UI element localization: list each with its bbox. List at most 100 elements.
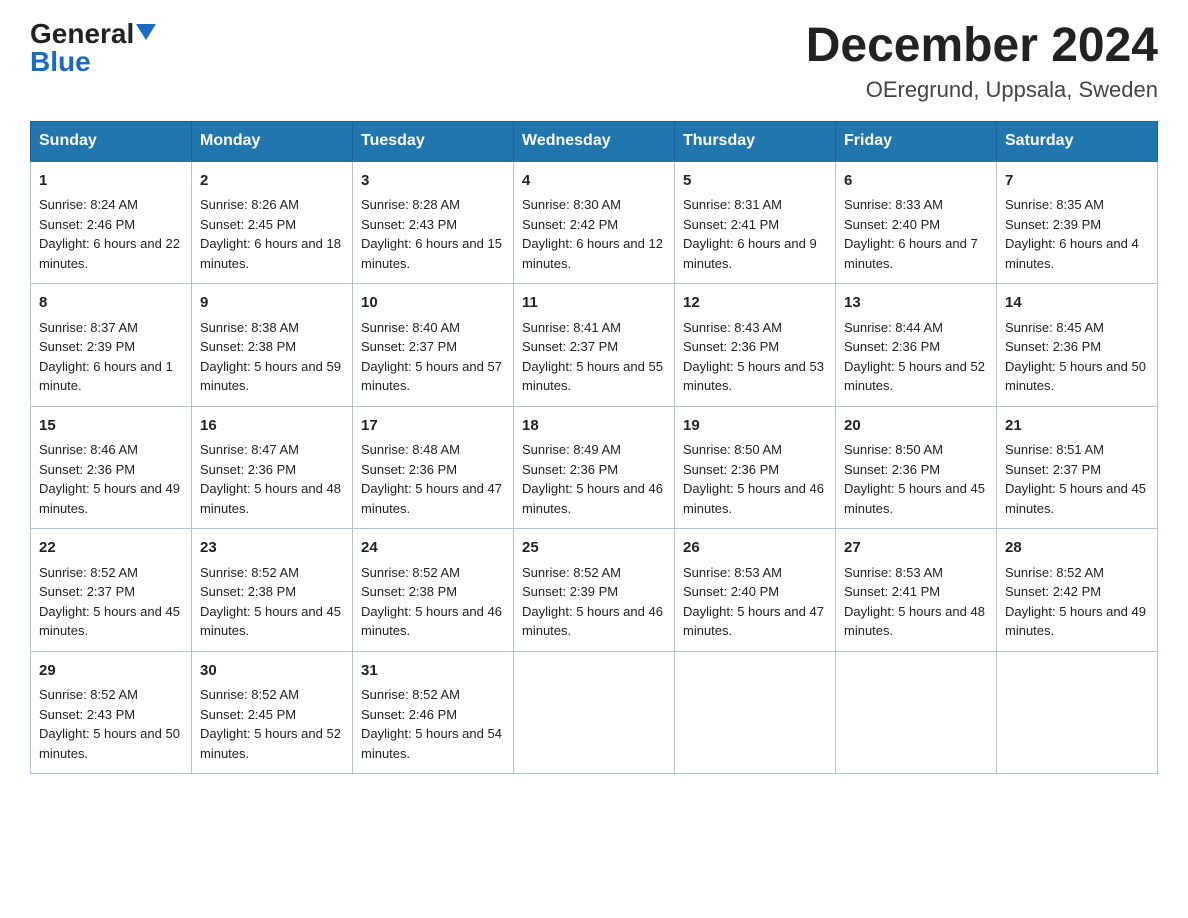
weekday-header-row: SundayMondayTuesdayWednesdayThursdayFrid… <box>31 121 1158 161</box>
calendar-cell: 3Sunrise: 8:28 AMSunset: 2:43 PMDaylight… <box>353 161 514 284</box>
week-row-4: 22 Sunrise: 8:52 AM Sunset: 2:37 PM Dayligh… <box>31 529 1158 652</box>
day-number: 16 <box>200 415 344 438</box>
sunset-text: Sunset: 2:40 PM <box>844 217 940 232</box>
day-number: 29 <box>39 660 183 683</box>
sunset-text: Sunset: 2:45 PM <box>200 707 296 722</box>
calendar-table: SundayMondayTuesdayWednesdayThursdayFrid… <box>30 121 1158 775</box>
calendar-cell: 27Sunrise: 8:53 AMSunset: 2:41 PMDayligh… <box>836 529 997 652</box>
sunset-text: Sunset: 2:38 PM <box>200 584 296 599</box>
day-number: 22 <box>39 537 183 560</box>
calendar-cell: 12Sunrise: 8:43 AMSunset: 2:36 PMDayligh… <box>675 284 836 407</box>
day-number: 28 <box>1005 537 1149 560</box>
sunset-text: Sunset: 2:39 PM <box>522 584 618 599</box>
sunrise-text: Sunrise: 8:40 AM <box>361 320 460 335</box>
sunset-text: Sunset: 2:37 PM <box>39 584 135 599</box>
calendar-cell: 22Sunrise: 8:52 AMSunset: 2:37 PMDayligh… <box>31 529 192 652</box>
sunset-text: Sunset: 2:41 PM <box>683 217 779 232</box>
daylight-text: Daylight: 5 hours and 49 minutes. <box>39 481 180 516</box>
sunset-text: Sunset: 2:41 PM <box>844 584 940 599</box>
calendar-cell: 4Sunrise: 8:30 AMSunset: 2:42 PMDaylight… <box>514 161 675 284</box>
sunrise-text: Sunrise: 8:28 AM <box>361 197 460 212</box>
sunrise-text: Sunrise: 8:52 AM <box>522 565 621 580</box>
weekday-header-friday: Friday <box>836 121 997 161</box>
weekday-header-saturday: Saturday <box>997 121 1158 161</box>
day-number: 30 <box>200 660 344 683</box>
sunrise-text: Sunrise: 8:35 AM <box>1005 197 1104 212</box>
daylight-text: Daylight: 5 hours and 48 minutes. <box>844 604 985 639</box>
sunset-text: Sunset: 2:46 PM <box>361 707 457 722</box>
calendar-cell: 10Sunrise: 8:40 AMSunset: 2:37 PMDayligh… <box>353 284 514 407</box>
location-title: OEregrund, Uppsala, Sweden <box>806 77 1158 103</box>
sunset-text: Sunset: 2:40 PM <box>683 584 779 599</box>
day-number: 1 <box>39 170 183 193</box>
daylight-text: Daylight: 5 hours and 57 minutes. <box>361 359 502 394</box>
sunset-text: Sunset: 2:36 PM <box>39 462 135 477</box>
calendar-cell: 26Sunrise: 8:53 AMSunset: 2:40 PMDayligh… <box>675 529 836 652</box>
sunrise-text: Sunrise: 8:52 AM <box>200 565 299 580</box>
calendar-cell: 28Sunrise: 8:52 AMSunset: 2:42 PMDayligh… <box>997 529 1158 652</box>
calendar-cell: 20Sunrise: 8:50 AMSunset: 2:36 PMDayligh… <box>836 406 997 529</box>
daylight-text: Daylight: 5 hours and 46 minutes. <box>522 604 663 639</box>
logo: General Blue <box>30 20 156 76</box>
daylight-text: Daylight: 5 hours and 53 minutes. <box>683 359 824 394</box>
sunset-text: Sunset: 2:36 PM <box>361 462 457 477</box>
day-number: 8 <box>39 292 183 315</box>
sunrise-text: Sunrise: 8:53 AM <box>844 565 943 580</box>
day-number: 7 <box>1005 170 1149 193</box>
calendar-cell: 25 Sunrise: 8:52 AM Sunset: 2:39 PM Dayligh… <box>514 529 675 652</box>
daylight-text: Daylight: 5 hours and 50 minutes. <box>1005 359 1146 394</box>
daylight-text: Daylight: 5 hours and 45 minutes. <box>39 604 180 639</box>
weekday-header-monday: Monday <box>192 121 353 161</box>
sunrise-text: Sunrise: 8:24 AM <box>39 197 138 212</box>
sunrise-text: Sunrise: 8:37 AM <box>39 320 138 335</box>
daylight-text: Daylight: 6 hours and 4 minutes. <box>1005 236 1139 271</box>
daylight-text: Daylight: 5 hours and 45 minutes. <box>844 481 985 516</box>
calendar-cell: 24Sunrise: 8:52 AMSunset: 2:38 PMDayligh… <box>353 529 514 652</box>
calendar-cell: 6Sunrise: 8:33 AMSunset: 2:40 PMDaylight… <box>836 161 997 284</box>
day-number: 19 <box>683 415 827 438</box>
sunrise-text: Sunrise: 8:33 AM <box>844 197 943 212</box>
calendar-cell <box>836 651 997 774</box>
sunrise-text: Sunrise: 8:52 AM <box>1005 565 1104 580</box>
calendar-cell <box>514 651 675 774</box>
sunrise-text: Sunrise: 8:51 AM <box>1005 442 1104 457</box>
day-number: 20 <box>844 415 988 438</box>
daylight-text: Daylight: 6 hours and 1 minute. <box>39 359 173 394</box>
daylight-text: Daylight: 6 hours and 15 minutes. <box>361 236 502 271</box>
sunrise-text: Sunrise: 8:38 AM <box>200 320 299 335</box>
sunrise-text: Sunrise: 8:31 AM <box>683 197 782 212</box>
sunset-text: Sunset: 2:38 PM <box>361 584 457 599</box>
sunrise-text: Sunrise: 8:52 AM <box>39 687 138 702</box>
daylight-text: Daylight: 6 hours and 22 minutes. <box>39 236 180 271</box>
logo-triangle-icon <box>136 24 156 40</box>
day-number: 25 <box>522 537 666 560</box>
sunrise-text: Sunrise: 8:50 AM <box>844 442 943 457</box>
logo-blue-text: Blue <box>30 48 91 76</box>
sunrise-text: Sunrise: 8:41 AM <box>522 320 621 335</box>
calendar-cell: 8 Sunrise: 8:37 AM Sunset: 2:39 PM Daylight… <box>31 284 192 407</box>
daylight-text: Daylight: 6 hours and 9 minutes. <box>683 236 817 271</box>
day-number: 18 <box>522 415 666 438</box>
weekday-header-wednesday: Wednesday <box>514 121 675 161</box>
calendar-cell <box>675 651 836 774</box>
daylight-text: Daylight: 5 hours and 52 minutes. <box>200 726 341 761</box>
sunrise-text: Sunrise: 8:52 AM <box>361 687 460 702</box>
sunset-text: Sunset: 2:45 PM <box>200 217 296 232</box>
calendar-cell: 29Sunrise: 8:52 AMSunset: 2:43 PMDayligh… <box>31 651 192 774</box>
day-number: 23 <box>200 537 344 560</box>
calendar-cell: 18Sunrise: 8:49 AMSunset: 2:36 PMDayligh… <box>514 406 675 529</box>
sunset-text: Sunset: 2:42 PM <box>522 217 618 232</box>
calendar-cell <box>997 651 1158 774</box>
title-block: December 2024 OEregrund, Uppsala, Sweden <box>806 20 1158 103</box>
calendar-cell: 15Sunrise: 8:46 AMSunset: 2:36 PMDayligh… <box>31 406 192 529</box>
sunset-text: Sunset: 2:37 PM <box>522 339 618 354</box>
calendar-cell: 17Sunrise: 8:48 AMSunset: 2:36 PMDayligh… <box>353 406 514 529</box>
sunset-text: Sunset: 2:39 PM <box>39 339 135 354</box>
sunset-text: Sunset: 2:43 PM <box>39 707 135 722</box>
month-title: December 2024 <box>806 20 1158 73</box>
calendar-cell: 13Sunrise: 8:44 AMSunset: 2:36 PMDayligh… <box>836 284 997 407</box>
sunset-text: Sunset: 2:42 PM <box>1005 584 1101 599</box>
calendar-cell: 2Sunrise: 8:26 AMSunset: 2:45 PMDaylight… <box>192 161 353 284</box>
day-number: 13 <box>844 292 988 315</box>
calendar-cell: 1Sunrise: 8:24 AMSunset: 2:46 PMDaylight… <box>31 161 192 284</box>
